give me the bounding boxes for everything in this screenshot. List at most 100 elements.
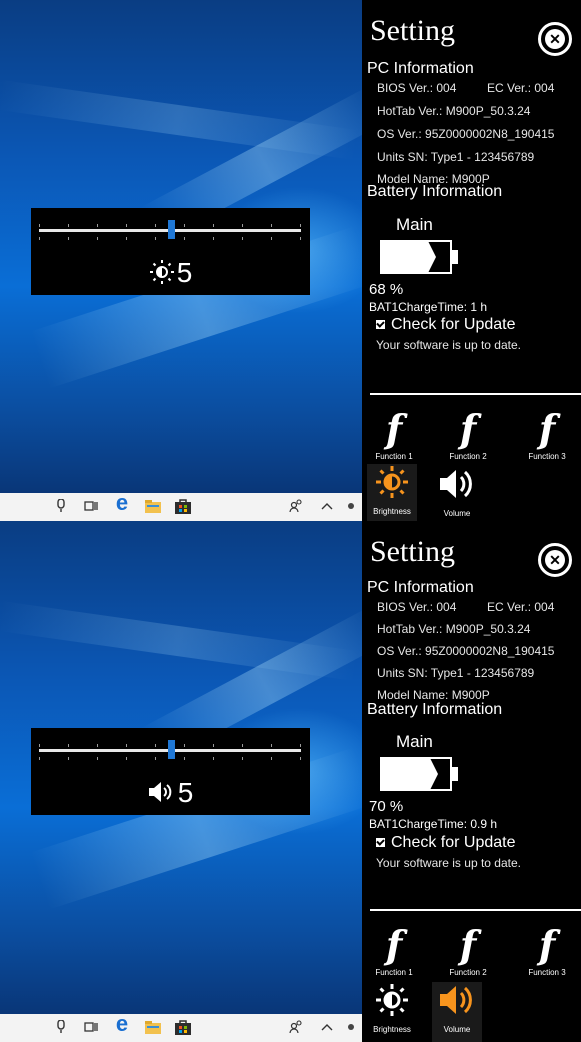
brightness-icon [149, 259, 175, 291]
brightness-icon [374, 466, 410, 504]
function-icon: f [459, 922, 477, 967]
battery-information-header: Battery Information [367, 183, 503, 200]
battery-charge-time: BAT1ChargeTime: 0.9 h [369, 817, 498, 831]
volume-button[interactable]: Volume [432, 466, 482, 518]
update-checkbox[interactable] [376, 838, 385, 848]
brightness-label: Brightness [373, 1025, 411, 1034]
edge-icon[interactable]: e [113, 490, 131, 515]
osd-slider-thumb[interactable] [168, 740, 175, 759]
check-update-label: Check for Update [391, 834, 516, 851]
battery-percent: 70 % [369, 798, 404, 815]
volume-label: Volume [443, 1025, 471, 1034]
units-sn: Units SN: Type1 - 123456789 [377, 666, 535, 680]
screenshot-panel-1: 5 e Setting ✕ PC Information BIOS Ver.: … [0, 0, 581, 521]
function-label: Function 3 [528, 452, 566, 461]
hottab-version: HotTab Ver.: M900P_50.3.24 [377, 622, 531, 636]
settings-pane: Setting ✕ PC Information BIOS Ver.: 004 … [362, 521, 581, 1042]
divider [370, 393, 581, 395]
hottab-version: HotTab Ver.: M900P_50.3.24 [377, 104, 531, 118]
file-explorer-icon[interactable] [144, 497, 162, 515]
ec-version: EC Ver.: 004 [487, 600, 555, 614]
close-button[interactable]: ✕ [538, 543, 572, 577]
divider [370, 909, 581, 911]
chevron-up-icon[interactable] [318, 1018, 336, 1036]
volume-osd: 5 [31, 728, 310, 815]
brightness-osd: 5 [31, 208, 310, 295]
function-label: Function 1 [375, 968, 413, 977]
close-icon[interactable]: ✕ [545, 550, 565, 570]
osd-value: 5 [31, 258, 310, 291]
function-label: Function 2 [449, 968, 487, 977]
file-explorer-icon[interactable] [144, 1018, 162, 1036]
function-label: Function 2 [449, 452, 487, 461]
task-view-icon[interactable] [82, 1018, 100, 1036]
os-version: OS Ver.: 95Z0000002N8_190415 [377, 127, 555, 141]
volume-icon [437, 470, 477, 506]
people-icon[interactable] [287, 1018, 305, 1036]
edge-icon[interactable]: e [113, 1011, 131, 1036]
function-2-button[interactable]: f Function 2 [438, 406, 498, 462]
function-1-button[interactable]: f Function 1 [364, 406, 424, 462]
taskbar: e [0, 490, 362, 521]
function-3-button[interactable]: f Function 3 [517, 406, 577, 462]
check-for-update[interactable]: Check for Update [376, 316, 516, 334]
function-icon: f [385, 406, 403, 451]
check-for-update[interactable]: Check for Update [376, 834, 516, 852]
pc-information-header: PC Information [367, 60, 474, 77]
update-status: Your software is up to date. [376, 338, 521, 352]
bios-version: BIOS Ver.: 004 [377, 81, 457, 95]
volume-button[interactable]: Volume [432, 982, 482, 1042]
people-icon[interactable] [287, 497, 305, 515]
battery-information-header: Battery Information [367, 701, 503, 718]
brightness-icon [374, 984, 410, 1022]
update-status: Your software is up to date. [376, 856, 521, 870]
function-2-button[interactable]: f Function 2 [438, 922, 498, 978]
settings-pane: Setting ✕ PC Information BIOS Ver.: 004 … [362, 0, 581, 521]
store-icon[interactable] [174, 497, 192, 515]
function-label: Function 3 [528, 968, 566, 977]
battery-main-label: Main [396, 215, 433, 234]
desktop-wallpaper: 5 e [0, 0, 362, 521]
close-icon[interactable]: ✕ [545, 29, 565, 49]
pc-information-header: PC Information [367, 579, 474, 596]
function-1-button[interactable]: f Function 1 [364, 922, 424, 978]
battery-main-label: Main [396, 732, 433, 751]
chevron-up-icon[interactable] [318, 497, 336, 515]
brightness-button[interactable]: Brightness [367, 982, 417, 1034]
bios-version: BIOS Ver.: 004 [377, 600, 457, 614]
battery-percent: 68 % [369, 281, 404, 298]
battery-charge-time: BAT1ChargeTime: 1 h [369, 300, 488, 314]
battery-icon [380, 240, 460, 274]
function-icon: f [459, 406, 477, 451]
function-3-button[interactable]: f Function 3 [517, 922, 577, 978]
ec-version: EC Ver.: 004 [487, 81, 555, 95]
tray-icon[interactable] [344, 497, 358, 515]
close-button[interactable]: ✕ [538, 22, 572, 56]
volume-label: Volume [443, 509, 471, 518]
update-checkbox[interactable] [376, 320, 385, 330]
check-update-label: Check for Update [391, 316, 516, 333]
os-version: OS Ver.: 95Z0000002N8_190415 [377, 644, 555, 658]
store-icon[interactable] [174, 1018, 192, 1036]
settings-title: Setting [370, 535, 456, 568]
task-view-icon[interactable] [82, 497, 100, 515]
function-icon: f [385, 922, 403, 967]
desktop-wallpaper: 5 e [0, 521, 362, 1042]
function-icon: f [538, 406, 556, 451]
volume-icon [437, 986, 477, 1022]
brightness-button[interactable]: Brightness [367, 464, 417, 521]
taskbar: e [0, 1011, 362, 1042]
microphone-icon[interactable] [52, 497, 70, 515]
battery-icon [380, 757, 460, 791]
tray-icon[interactable] [344, 1018, 358, 1036]
osd-slider-thumb[interactable] [168, 220, 175, 239]
units-sn: Units SN: Type1 - 123456789 [377, 150, 535, 164]
osd-value-text: 5 [176, 257, 193, 288]
function-label: Function 1 [375, 452, 413, 461]
brightness-label: Brightness [373, 507, 411, 516]
microphone-icon[interactable] [52, 1018, 70, 1036]
model-name: Model Name: M900P [377, 688, 490, 702]
function-icon: f [538, 922, 556, 967]
osd-value: 5 [31, 778, 310, 810]
settings-title: Setting [370, 14, 456, 47]
